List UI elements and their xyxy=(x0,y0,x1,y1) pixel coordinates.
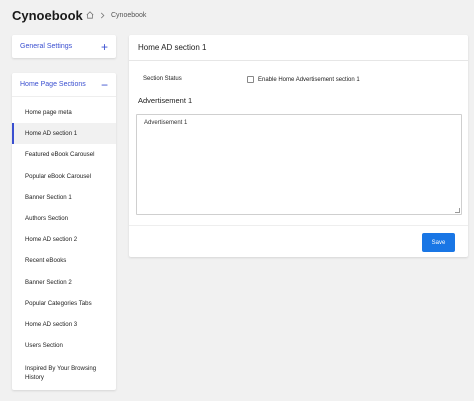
enable-section-checkbox[interactable] xyxy=(247,76,254,83)
divider xyxy=(129,225,468,226)
plus-icon[interactable]: + xyxy=(101,41,108,53)
advertisement-textarea-value: Advertisement 1 xyxy=(144,120,188,126)
home-page-sections-header[interactable]: Home Page Sections − xyxy=(12,73,116,97)
home-page-sections-panel: Home Page Sections − Home page meta Home… xyxy=(12,73,116,390)
enable-section-checkbox-row[interactable]: Enable Home Advertisement section 1 xyxy=(247,76,360,83)
resize-handle-icon[interactable] xyxy=(455,208,460,213)
sidebar-item-users-section[interactable]: Users Section xyxy=(12,335,116,356)
sidebar-item-inspired-by-your-browsing-history[interactable]: Inspired By Your Browsing History xyxy=(12,356,116,390)
sidebar-item-home-page-meta[interactable]: Home page meta xyxy=(12,102,116,123)
advertisement-label: Advertisement 1 xyxy=(138,96,193,105)
page-title: Home AD section 1 xyxy=(129,35,468,61)
sidebar-item-popular-categories-tabs[interactable]: Popular Categories Tabs xyxy=(12,293,116,314)
sidebar-item-home-ad-section-1[interactable]: Home AD section 1 xyxy=(12,123,116,145)
sidebar-item-authors-section[interactable]: Authors Section xyxy=(12,208,116,229)
section-status-label: Section Status xyxy=(143,76,182,82)
app-title: Cynoebook xyxy=(12,8,83,23)
sidebar-item-home-ad-section-3[interactable]: Home AD section 3 xyxy=(12,314,116,335)
save-button[interactable]: Save xyxy=(422,233,455,252)
general-settings-header[interactable]: General Settings + xyxy=(12,35,116,58)
breadcrumb: Cynoebook xyxy=(86,11,146,19)
sidebar-item-popular-ebook-carousel[interactable]: Popular eBook Carousel xyxy=(12,166,116,187)
breadcrumb-current: Cynoebook xyxy=(111,11,147,19)
sidebar-item-banner-section-1[interactable]: Banner Section 1 xyxy=(12,187,116,208)
sidebar-item-recent-ebooks[interactable]: Recent eBooks xyxy=(12,250,116,271)
general-settings-panel: General Settings + xyxy=(12,35,116,58)
general-settings-label: General Settings xyxy=(20,43,73,50)
sections-menu: Home page meta Home AD section 1 Feature… xyxy=(12,97,116,390)
minus-icon[interactable]: − xyxy=(101,79,108,91)
sidebar-item-banner-section-2[interactable]: Banner Section 2 xyxy=(12,272,116,293)
section-editor-panel: Home AD section 1 Section Status Enable … xyxy=(129,35,468,257)
home-page-sections-label: Home Page Sections xyxy=(20,81,86,88)
enable-section-checkbox-label: Enable Home Advertisement section 1 xyxy=(258,76,360,83)
chevron-right-icon xyxy=(100,12,105,19)
sidebar-item-featured-ebook-carousel[interactable]: Featured eBook Carousel xyxy=(12,144,116,165)
home-icon[interactable] xyxy=(86,11,94,19)
sidebar-item-home-ad-section-2[interactable]: Home AD section 2 xyxy=(12,229,116,250)
advertisement-textarea[interactable]: Advertisement 1 xyxy=(136,114,462,215)
